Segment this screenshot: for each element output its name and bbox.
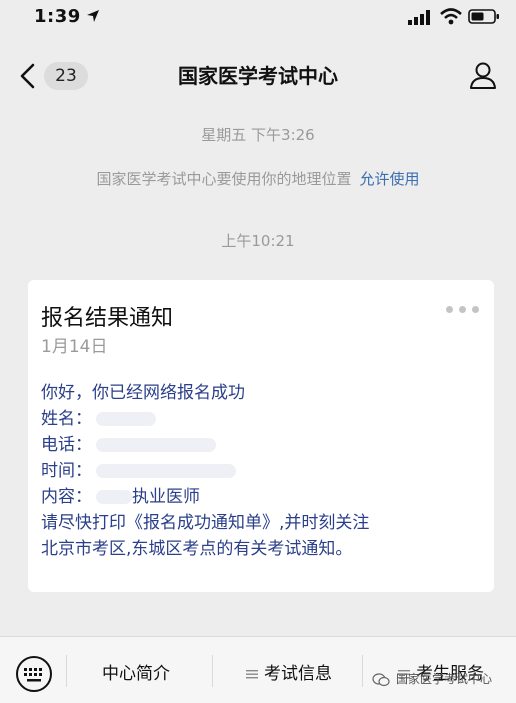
- card-title: 报名结果通知: [41, 306, 174, 331]
- status-time: 1:39: [34, 6, 81, 27]
- page-title: 国家医学考试中心: [178, 64, 338, 88]
- wifi-icon: [440, 8, 462, 25]
- card-body: 你好，你已经网络报名成功 姓名： 电话： 时间： 内容： 执业医师 请尽快打印《报…: [41, 380, 481, 562]
- menu-item-label: 考试信息: [264, 664, 332, 684]
- redacted-name: [96, 412, 156, 426]
- more-options-icon[interactable]: [446, 306, 480, 314]
- content-value: 执业医师: [132, 487, 200, 507]
- name-label: 姓名：: [41, 409, 92, 429]
- watermark-text: 国家医学考试中心: [396, 672, 493, 686]
- submenu-icon: [246, 670, 258, 679]
- registration-result-card[interactable]: 报名结果通知 1月14日 你好，你已经网络报名成功 姓名： 电话： 时间： 内容…: [28, 280, 494, 592]
- content-row: 内容： 执业医师: [41, 484, 481, 510]
- menu-divider: [362, 655, 363, 687]
- message-timestamp: 上午10:21: [221, 232, 295, 250]
- time-label: 时间：: [41, 461, 92, 481]
- greeting-line: 你好，你已经网络报名成功: [41, 383, 245, 403]
- menu-divider: [212, 655, 213, 687]
- status-bar: 1:39: [0, 0, 516, 40]
- time-row: 时间：: [41, 458, 481, 484]
- message-timestamp: 星期五 下午3:26: [201, 126, 315, 144]
- menu-item-center-intro[interactable]: 中心简介: [102, 659, 170, 684]
- content-label: 内容：: [41, 487, 92, 507]
- card-date: 1月14日: [41, 337, 108, 357]
- battery-icon: [468, 9, 499, 24]
- watermark: 国家医学考试中心: [372, 670, 492, 687]
- phone-row: 电话：: [41, 432, 481, 458]
- menu-item-label: 中心简介: [102, 664, 170, 684]
- navigation-bar: 23 国家医学考试中心: [0, 40, 516, 112]
- keyboard-toggle-icon[interactable]: [14, 654, 54, 694]
- menu-divider: [66, 655, 67, 687]
- profile-icon[interactable]: [468, 60, 498, 90]
- location-arrow-icon: [87, 10, 99, 22]
- notice-line: 请尽快打印《报名成功通知单》,并时刻关注: [41, 513, 370, 533]
- notice-line: 北京市考区,东城区考点的有关考试通知。: [41, 539, 353, 559]
- phone-label: 电话：: [41, 435, 92, 455]
- redacted-content: [96, 490, 132, 504]
- menu-item-exam-info[interactable]: 考试信息: [246, 659, 332, 684]
- allow-location-link[interactable]: 允许使用: [360, 170, 420, 188]
- location-permission-notice: 国家医学考试中心要使用你的地理位置 允许使用: [0, 168, 516, 189]
- redacted-phone: [96, 438, 216, 452]
- wechat-logo-icon: [372, 672, 390, 686]
- redacted-time: [96, 464, 236, 478]
- cellular-signal-icon: [408, 10, 430, 25]
- name-row: 姓名：: [41, 406, 481, 432]
- location-notice-text: 国家医学考试中心要使用你的地理位置: [96, 170, 352, 188]
